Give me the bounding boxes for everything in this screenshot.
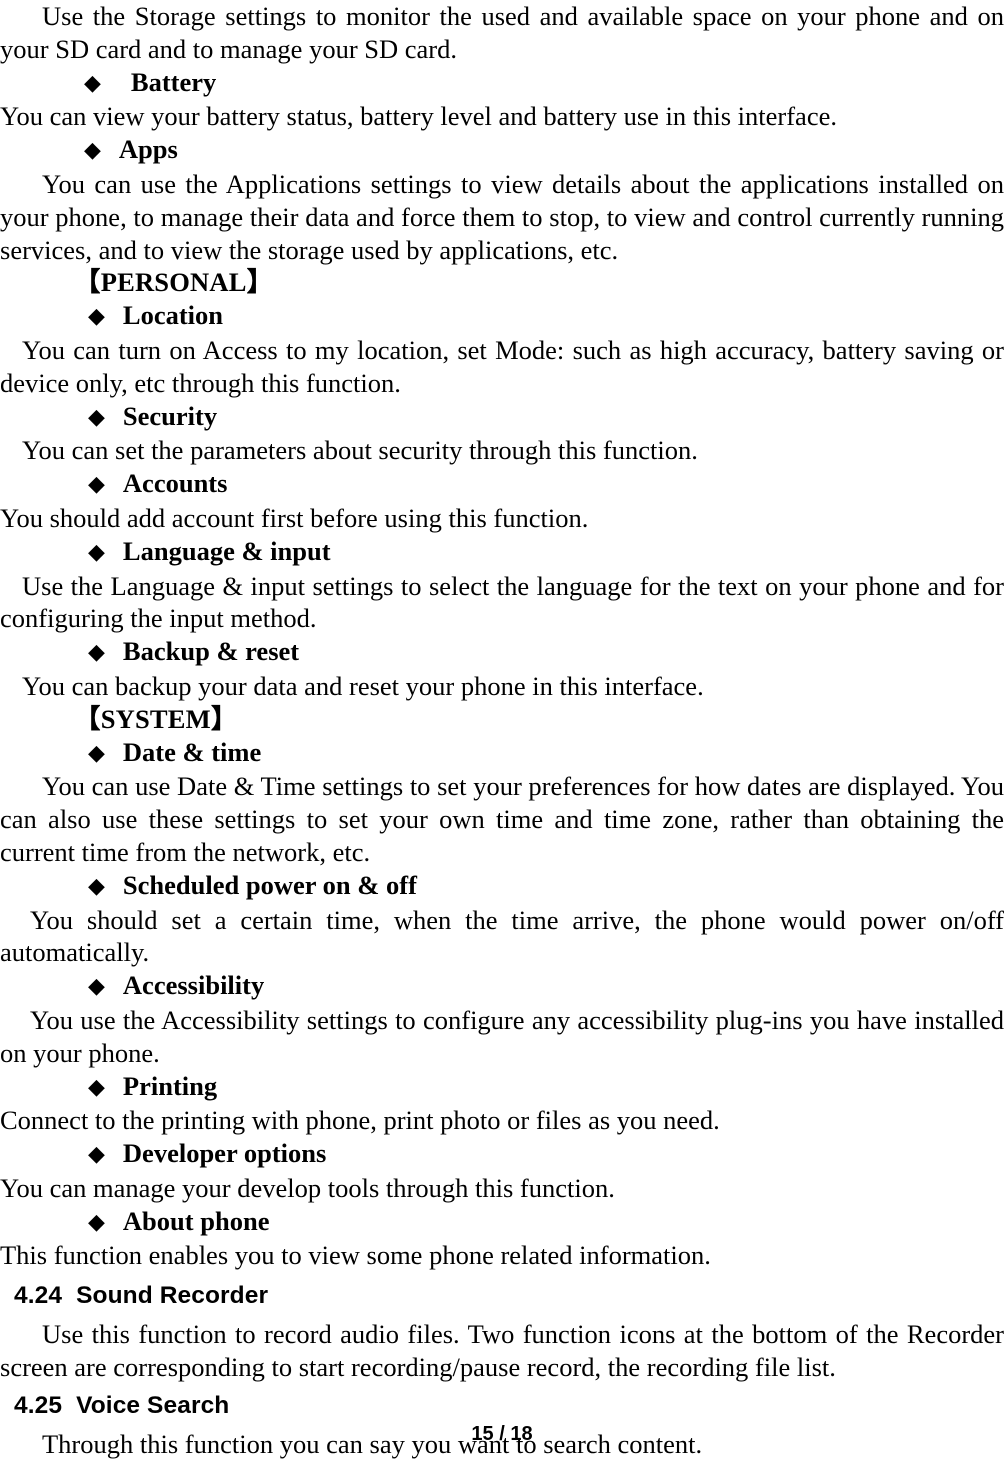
diamond-bullet-icon: ◆ bbox=[88, 974, 105, 1000]
diamond-bullet-icon: ◆ bbox=[88, 1209, 105, 1235]
diamond-bullet-icon: ◆ bbox=[88, 404, 105, 430]
bullet-item-scheduled-power: ◆ Scheduled power on & off bbox=[0, 869, 1004, 904]
diamond-bullet-icon: ◆ bbox=[84, 138, 101, 164]
battery-paragraph: You can view your battery status, batter… bbox=[0, 101, 837, 132]
bullet-item-date-time: ◆ Date & time bbox=[0, 736, 1004, 771]
bullet-label-battery: Battery bbox=[130, 66, 217, 97]
bullet-label-printing: Printing bbox=[122, 1070, 218, 1101]
scheduled-power-paragraph: You should set a certain time, when the … bbox=[0, 904, 1004, 968]
diamond-bullet-icon: ◆ bbox=[88, 1142, 105, 1168]
apps-paragraph: You can use the Applications settings to… bbox=[0, 168, 1004, 265]
diamond-bullet-icon: ◆ bbox=[88, 1074, 105, 1100]
bullet-item-backup-reset: ◆ Backup & reset bbox=[0, 635, 1004, 670]
bullet-label-scheduled-power: Scheduled power on & off bbox=[122, 869, 417, 900]
accounts-paragraph: You should add account first before usin… bbox=[0, 502, 589, 533]
bullet-item-location: ◆ Location bbox=[0, 299, 1004, 334]
diamond-bullet-icon: ◆ bbox=[88, 873, 105, 899]
bullet-label-location: Location bbox=[122, 300, 224, 331]
accessibility-paragraph: You use the Accessibility settings to co… bbox=[0, 1004, 1004, 1068]
group-heading-personal: 【PERSONAL】 bbox=[74, 267, 274, 298]
bullet-label-developer-options: Developer options bbox=[122, 1138, 327, 1169]
section-title: Voice Search bbox=[76, 1391, 230, 1419]
page-text-flow: Use the Storage settings to monitor the … bbox=[0, 0, 1004, 1461]
diamond-bullet-icon: ◆ bbox=[88, 539, 105, 565]
diamond-bullet-icon: ◆ bbox=[88, 740, 105, 766]
diamond-bullet-icon: ◆ bbox=[88, 640, 105, 666]
bullet-label-accessibility: Accessibility bbox=[122, 970, 265, 1001]
section-heading-sound-recorder: 4.24 Sound Recorder bbox=[0, 1276, 1004, 1316]
security-paragraph: You can set the parameters about securit… bbox=[22, 435, 698, 466]
language-input-paragraph: Use the Language & input settings to sel… bbox=[0, 570, 1004, 634]
bullet-item-battery: ◆ Battery bbox=[0, 66, 1004, 101]
bullet-item-accounts: ◆ Accounts bbox=[0, 467, 1004, 502]
developer-options-paragraph: You can manage your develop tools throug… bbox=[0, 1172, 615, 1203]
diamond-bullet-icon: ◆ bbox=[88, 304, 105, 330]
section-heading-voice-search: 4.25 Voice Search bbox=[0, 1386, 1004, 1426]
bullet-label-apps: Apps bbox=[118, 134, 178, 165]
about-phone-paragraph: This function enables you to view some p… bbox=[0, 1240, 711, 1271]
storage-paragraph: Use the Storage settings to monitor the … bbox=[0, 1, 1004, 64]
sound-recorder-paragraph: Use this function to record audio files.… bbox=[0, 1319, 1004, 1383]
location-paragraph: You can turn on Access to my location, s… bbox=[0, 334, 1004, 398]
bullet-item-about-phone: ◆ About phone bbox=[0, 1205, 1004, 1240]
date-time-paragraph: You can use Date & Time settings to set … bbox=[0, 771, 1004, 867]
section-title: Sound Recorder bbox=[76, 1282, 269, 1310]
bullet-item-printing: ◆ Printing bbox=[0, 1070, 1004, 1105]
group-heading-system: 【SYSTEM】 bbox=[74, 703, 238, 734]
diamond-bullet-icon: ◆ bbox=[88, 472, 105, 498]
manual-page: Use the Storage settings to monitor the … bbox=[0, 0, 1004, 1466]
bullet-label-accounts: Accounts bbox=[122, 468, 228, 499]
bullet-label-backup-reset: Backup & reset bbox=[122, 636, 300, 667]
bullet-label-language-input: Language & input bbox=[122, 535, 331, 566]
bullet-label-security: Security bbox=[122, 400, 218, 431]
bullet-item-accessibility: ◆ Accessibility bbox=[0, 969, 1004, 1004]
bullet-label-date-time: Date & time bbox=[122, 736, 262, 767]
bullet-item-developer-options: ◆ Developer options bbox=[0, 1137, 1004, 1172]
bullet-item-security: ◆ Security bbox=[0, 400, 1004, 435]
page-footer: 15 / 18 bbox=[471, 1423, 533, 1445]
section-number: 4.25 bbox=[14, 1391, 63, 1419]
bullet-item-language-input: ◆ Language & input bbox=[0, 535, 1004, 570]
section-number: 4.24 bbox=[14, 1282, 63, 1310]
bullet-item-apps: ◆ Apps bbox=[0, 133, 1004, 168]
diamond-bullet-icon: ◆ bbox=[84, 70, 101, 96]
backup-reset-paragraph: You can backup your data and reset your … bbox=[22, 670, 704, 701]
bullet-label-about-phone: About phone bbox=[122, 1205, 270, 1236]
printing-paragraph: Connect to the printing with phone, prin… bbox=[0, 1105, 720, 1136]
